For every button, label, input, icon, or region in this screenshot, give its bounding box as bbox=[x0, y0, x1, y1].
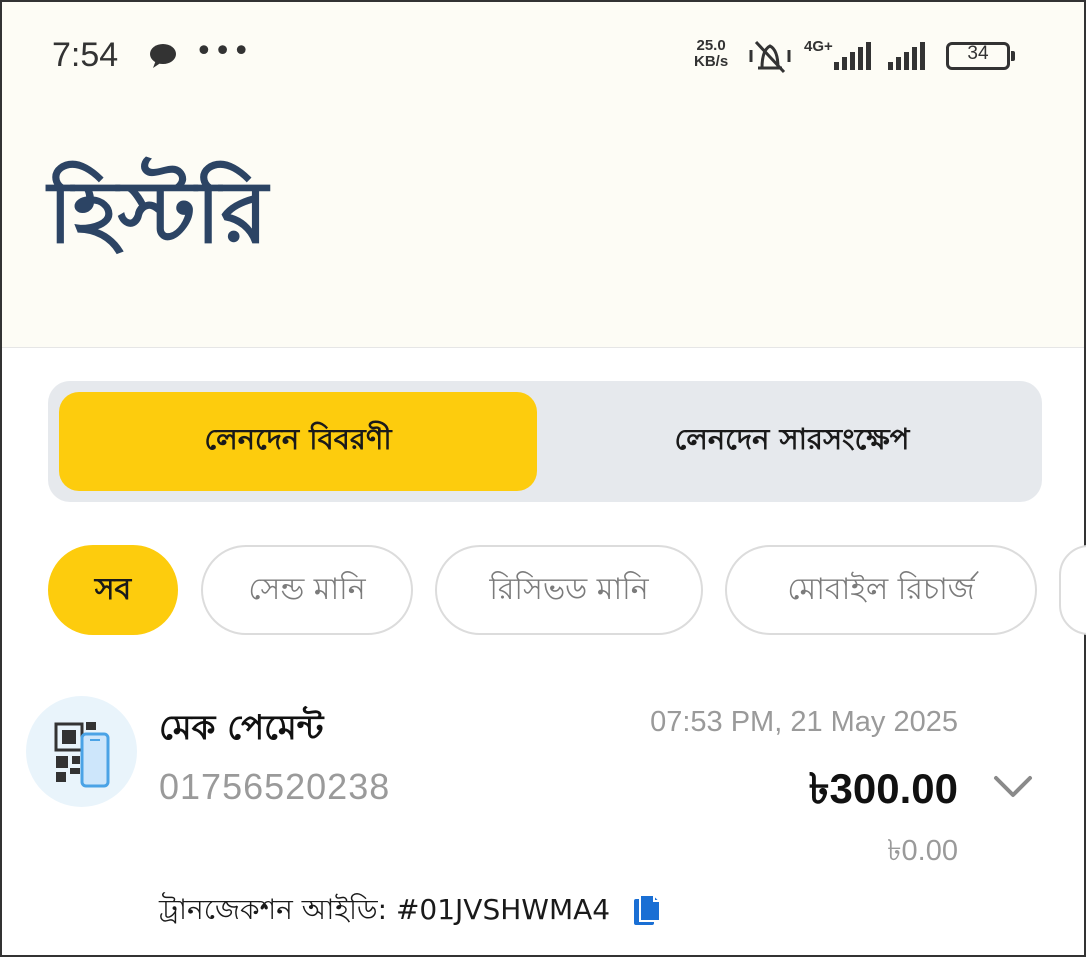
filter-chips: সব সেন্ড মানি রিসিভড মানি মোবাইল রিচার্জ bbox=[2, 545, 1086, 635]
battery-level: 34 bbox=[967, 43, 989, 64]
signal-icon bbox=[828, 42, 876, 76]
copy-icon[interactable] bbox=[632, 893, 662, 931]
transaction-item[interactable]: মেক পেমেন্ট 01756520238 07:53 PM, 21 May… bbox=[2, 692, 1084, 942]
qr-phone-icon bbox=[26, 696, 137, 807]
chip-all[interactable]: সব bbox=[48, 545, 178, 635]
transaction-datetime: 07:53 PM, 21 May 2025 bbox=[650, 706, 958, 738]
transaction-fee: ৳0.00 bbox=[887, 835, 958, 867]
more-dots-icon: ••• bbox=[195, 34, 252, 69]
history-view-toggle: লেনদেন বিবরণী লেনদেন সারসংক্ষেপ bbox=[48, 381, 1042, 502]
chevron-down-icon[interactable] bbox=[992, 774, 1034, 804]
chip-mobile-recharge[interactable]: মোবাইল রিচার্জ bbox=[725, 545, 1037, 635]
tab-transaction-statement[interactable]: লেনদেন বিবরণী bbox=[59, 392, 537, 491]
transaction-title: মেক পেমেন্ট bbox=[159, 708, 324, 748]
header: 7:54 ••• 25.0 KB/s 4G+ 34 হিস্টরি bbox=[2, 2, 1084, 348]
chat-bubble-icon bbox=[148, 42, 178, 74]
status-time: 7:54 bbox=[52, 36, 119, 74]
chip-more-partial[interactable] bbox=[1059, 545, 1086, 635]
transaction-id: ট্রানজেকশন আইডি: #01JVSHWMA4 bbox=[159, 893, 611, 926]
page-title: হিস্টরি bbox=[48, 163, 268, 263]
net-speed: 25.0 KB/s bbox=[694, 38, 728, 70]
net-speed-value: 25.0 bbox=[696, 37, 726, 54]
vibrate-off-icon bbox=[748, 38, 792, 78]
tab-transaction-summary[interactable]: লেনদেন সারসংক্ষেপ bbox=[553, 392, 1031, 491]
status-bar: 7:54 ••• 25.0 KB/s 4G+ 34 bbox=[2, 32, 1084, 84]
net-speed-unit: KB/s bbox=[694, 53, 729, 70]
battery-icon: 34 bbox=[946, 42, 1015, 70]
transaction-amount: ৳300.00 bbox=[808, 765, 958, 812]
signal-icon-2 bbox=[886, 42, 934, 76]
transaction-id-row: ট্রানজেকশন আইডি: #01JVSHWMA4 bbox=[159, 888, 662, 935]
chip-send-money[interactable]: সেন্ড মানি bbox=[201, 545, 413, 635]
chip-received-money[interactable]: রিসিভড মানি bbox=[435, 545, 703, 635]
transaction-phone: 01756520238 bbox=[159, 766, 391, 807]
